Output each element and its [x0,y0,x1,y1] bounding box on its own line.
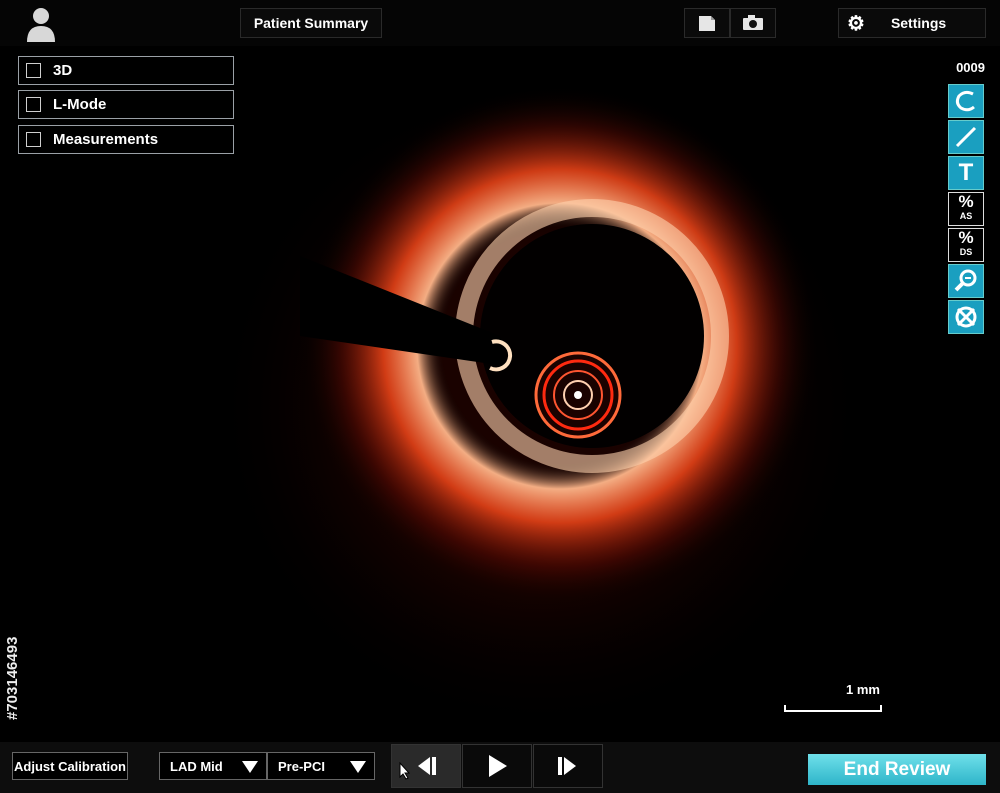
scale-bar: 1 mm [784,682,882,712]
option-3d-label: 3D [53,62,73,79]
play-button[interactable] [462,744,532,788]
option-measurements[interactable]: Measurements [18,125,234,154]
scale-bar-line [784,705,882,712]
percent-as-icon: % AS [958,192,974,221]
gear-icon: ⚙ [847,12,865,35]
text-annotation-tool[interactable]: T [948,156,984,190]
camera-icon [743,15,763,30]
step-back-icon [418,757,436,775]
line-measure-icon [955,126,977,148]
segment-select[interactable]: LAD Mid [159,752,267,780]
play-icon [489,755,507,777]
frame-number: 0009 [956,60,985,75]
user-icon[interactable] [26,6,56,42]
end-review-label: End Review [843,758,951,780]
step-forward-icon [558,757,576,775]
lumen-trace-tool[interactable] [948,84,984,118]
report-button[interactable] [684,8,730,38]
adjust-calibration-label: Adjust Calibration [14,758,126,774]
percent-ds-tool[interactable]: % DS [948,228,984,262]
clear-icon [955,306,977,328]
clear-tool[interactable] [948,300,984,334]
line-measure-tool[interactable] [948,120,984,154]
measurement-toolbar: T % AS % DS [948,84,986,336]
option-measurements-label: Measurements [53,131,159,148]
phase-select-value: Pre-PCI [278,758,325,774]
phase-select[interactable]: Pre-PCI [267,752,375,780]
zoom-out-tool[interactable] [948,264,984,298]
report-icon [699,16,715,31]
patient-summary-label: Patient Summary [253,15,369,31]
mouse-cursor-icon [399,762,411,780]
checkbox-measurements[interactable] [26,132,41,147]
percent-as-tool[interactable]: % AS [948,192,984,226]
scale-bar-label: 1 mm [846,682,880,697]
option-l-mode[interactable]: L-Mode [18,90,234,119]
checkbox-l-mode[interactable] [26,97,41,112]
top-bar: Patient Summary ⚙ Settings [0,0,1000,46]
next-frame-button[interactable] [533,744,603,788]
option-l-mode-label: L-Mode [53,96,107,113]
option-3d[interactable]: 3D [18,56,234,85]
patient-summary-button[interactable]: Patient Summary [240,8,382,38]
checkbox-3d[interactable] [26,63,41,78]
chevron-down-icon [350,761,366,773]
text-annotation-icon: T [958,159,974,186]
settings-button[interactable]: ⚙ Settings [838,8,986,38]
snapshot-button[interactable] [730,8,776,38]
settings-label: Settings [890,15,947,31]
end-review-button[interactable]: End Review [808,754,986,785]
watermark-id: #703146493 [4,636,21,720]
adjust-calibration-button[interactable]: Adjust Calibration [12,752,128,780]
chevron-down-icon [242,761,258,773]
segment-select-value: LAD Mid [170,758,223,774]
lumen-trace-icon [955,90,975,112]
percent-ds-icon: % DS [958,228,974,257]
zoom-out-icon [954,269,977,292]
